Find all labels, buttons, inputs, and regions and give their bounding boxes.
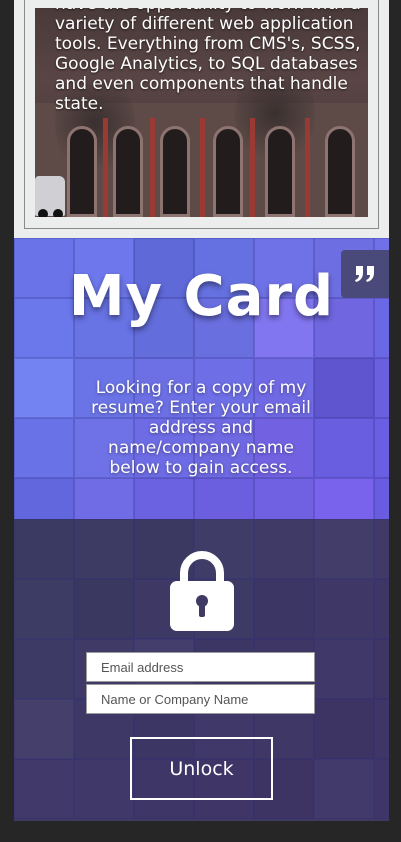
quote-icon [355, 266, 374, 282]
email-field[interactable] [86, 652, 315, 682]
project-section: have the opportunity to work with a vari… [14, 0, 389, 238]
quote-button[interactable] [341, 250, 389, 298]
project-photo: have the opportunity to work with a vari… [35, 8, 368, 217]
my-card-section: My Card Looking for a copy of my resume?… [14, 238, 389, 519]
card-description: Looking for a copy of my resume? Enter y… [91, 378, 311, 478]
unlock-section: Unlock [14, 519, 389, 821]
unlock-button[interactable]: Unlock [130, 737, 273, 800]
lock-icon [170, 551, 234, 631]
project-photo-frame: have the opportunity to work with a vari… [24, 0, 379, 229]
name-or-company-field[interactable] [86, 684, 315, 714]
project-description: have the opportunity to work with a vari… [55, 8, 361, 114]
page-title: My Card [68, 264, 335, 329]
